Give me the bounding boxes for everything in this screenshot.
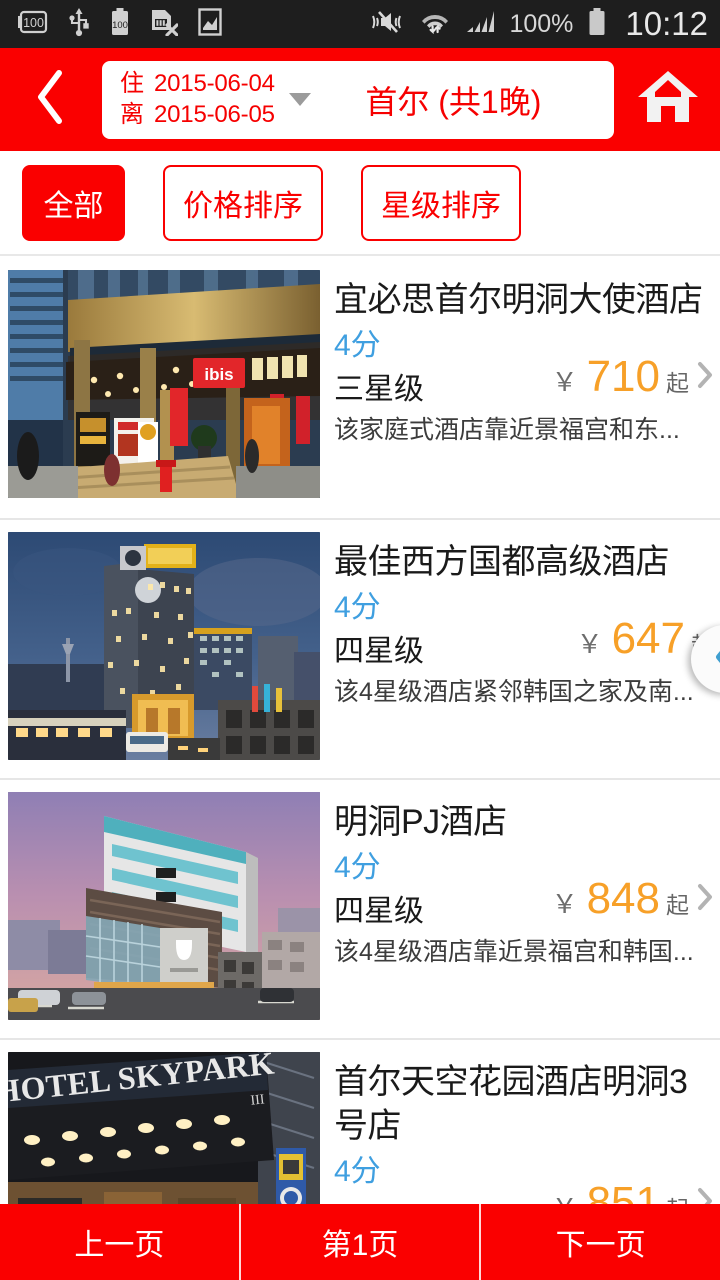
status-bar-right-icons: 100% 10:12	[369, 5, 708, 43]
hotel-name: 最佳西方国都高级酒店	[334, 543, 670, 581]
currency-symbol: ￥	[552, 1188, 578, 1204]
hotel-info: 首尔天空花园酒店明洞3号店 4分 ￥ 851 起	[320, 1052, 720, 1204]
filter-tab-price-sort[interactable]: 价格排序	[163, 164, 323, 241]
hotel-name: 明洞PJ酒店	[334, 803, 507, 841]
next-page-button[interactable]: 下一页	[481, 1204, 720, 1280]
filter-tab-bar: 全部 价格排序 星级排序	[0, 151, 720, 256]
hotel-thumbnail-pj-hotel	[8, 792, 320, 1020]
svg-text:100: 100	[23, 16, 44, 30]
battery-100-icon: 100	[110, 7, 130, 41]
current-page-label[interactable]: 第1页	[241, 1204, 480, 1280]
svg-text:ibis: ibis	[204, 365, 233, 384]
checkin-label: 住	[120, 70, 144, 97]
wifi-data-transfer-icon	[419, 8, 451, 41]
battery-saver-100-icon: 100	[18, 10, 48, 39]
hotel-description: 该4星级酒店靠近景福宫和韩国...	[334, 938, 694, 966]
hotel-list-item[interactable]: 最佳西方国都高级酒店 4分 四星级 该4星级酒店紧邻韩国之家及南... ￥ 64…	[0, 518, 720, 778]
prev-page-button[interactable]: 上一页	[0, 1204, 239, 1280]
pager-divider	[238, 1204, 241, 1280]
hotel-info: 宜必思首尔明洞大使酒店 4分 三星级 该家庭式酒店靠近景福宫和东... ￥ 71…	[320, 270, 720, 518]
chevron-right-icon[interactable]	[697, 361, 714, 394]
hotel-price: ￥ 851 起	[552, 1178, 714, 1204]
status-bar-left-icons: 100 100	[18, 7, 222, 42]
currency-symbol: ￥	[576, 629, 603, 659]
hotel-description: 该4星级酒店紧邻韩国之家及南...	[334, 678, 694, 706]
hotel-list[interactable]: ibis 宜必思首尔明洞大使酒店 4分 三星级 该家庭式酒店靠近景福宫和东...…	[0, 258, 720, 1204]
date-range[interactable]: 住 2015-06-04 离 2015-06-05	[120, 69, 275, 130]
hotel-name: 宜必思首尔明洞大使酒店	[334, 281, 703, 319]
price-value: 647	[611, 614, 685, 663]
hotel-description: 该家庭式酒店靠近景福宫和东...	[334, 416, 680, 444]
hotel-list-item[interactable]: ibis 宜必思首尔明洞大使酒店 4分 三星级 该家庭式酒店靠近景福宫和东...…	[0, 258, 720, 518]
battery-icon	[587, 7, 607, 41]
home-button[interactable]	[616, 48, 720, 151]
hotel-price: ￥ 710 起	[552, 352, 714, 402]
hotel-list-item[interactable]: HOTEL SKYPARK III 首尔天空花园酒店明洞3号店 4分 851	[0, 1038, 720, 1204]
filter-tab-star-sort[interactable]: 星级排序	[361, 164, 521, 241]
hotel-thumbnail-ibis: ibis	[8, 270, 320, 498]
back-button[interactable]	[0, 48, 100, 151]
caret-down-icon[interactable]	[288, 93, 311, 106]
hotel-name: 首尔天空花园酒店明洞3号店	[334, 1063, 688, 1145]
hotel-info: 明洞PJ酒店 4分 四星级 该4星级酒店靠近景福宫和韩国... ￥ 848 起	[320, 792, 720, 1038]
app-header: 住 2015-06-04 离 2015-06-05 首尔 (共1晚)	[0, 48, 720, 151]
price-suffix: 起	[666, 1190, 689, 1204]
date-city-selector[interactable]: 住 2015-06-04 离 2015-06-05 首尔 (共1晚)	[102, 60, 614, 139]
hotel-thumbnail-skypark: HOTEL SKYPARK III	[8, 1052, 320, 1204]
city-nights-label: 首尔 (共1晚)	[365, 83, 542, 120]
svg-text:100: 100	[112, 20, 128, 31]
chevron-right-icon[interactable]	[697, 883, 714, 916]
status-bar: 100 100 100% 10:12	[0, 0, 720, 48]
hotel-list-item[interactable]: 明洞PJ酒店 4分 四星级 该4星级酒店靠近景福宫和韩国... ￥ 848 起	[0, 778, 720, 1038]
price-suffix: 起	[666, 370, 689, 396]
price-value: 848	[586, 874, 660, 923]
hotel-thumbnail-best-western	[8, 532, 320, 760]
hotel-price: ￥ 848 起	[552, 874, 714, 924]
currency-symbol: ￥	[551, 889, 578, 919]
home-icon	[635, 68, 701, 131]
chevron-right-icon[interactable]	[697, 1187, 714, 1204]
vibrate-mute-icon	[369, 9, 405, 40]
chevron-left-icon	[33, 69, 67, 130]
price-value: 710	[586, 352, 660, 401]
svg-text:III: III	[250, 1092, 266, 1108]
filter-tab-all[interactable]: 全部	[22, 164, 125, 241]
hotel-info: 最佳西方国都高级酒店 4分 四星级 该4星级酒店紧邻韩国之家及南... ￥ 64…	[320, 532, 720, 778]
pager-divider	[479, 1204, 482, 1280]
signal-bars-icon	[465, 8, 495, 41]
status-bar-clock: 10:12	[625, 5, 708, 42]
checkin-row: 住 2015-06-04	[120, 69, 275, 99]
checkout-label: 离	[120, 101, 144, 128]
sim-card-error-icon	[150, 8, 179, 41]
app-screen: 100 100 100% 10:12 住 2015-06-04 离 2015-0…	[0, 0, 720, 1280]
battery-percent-label: 100%	[509, 9, 574, 38]
price-value: 851	[586, 1178, 660, 1204]
pagination-bar: 上一页 第1页 下一页	[0, 1204, 720, 1280]
checkout-row: 离 2015-06-05	[120, 100, 275, 130]
checkout-date: 2015-06-05	[154, 101, 275, 128]
chevron-left-icon	[712, 638, 720, 681]
screenshot-image-icon	[198, 7, 222, 41]
price-suffix: 起	[666, 892, 689, 918]
checkin-date: 2015-06-04	[154, 70, 275, 97]
currency-symbol: ￥	[551, 367, 578, 397]
usb-icon	[68, 7, 90, 42]
